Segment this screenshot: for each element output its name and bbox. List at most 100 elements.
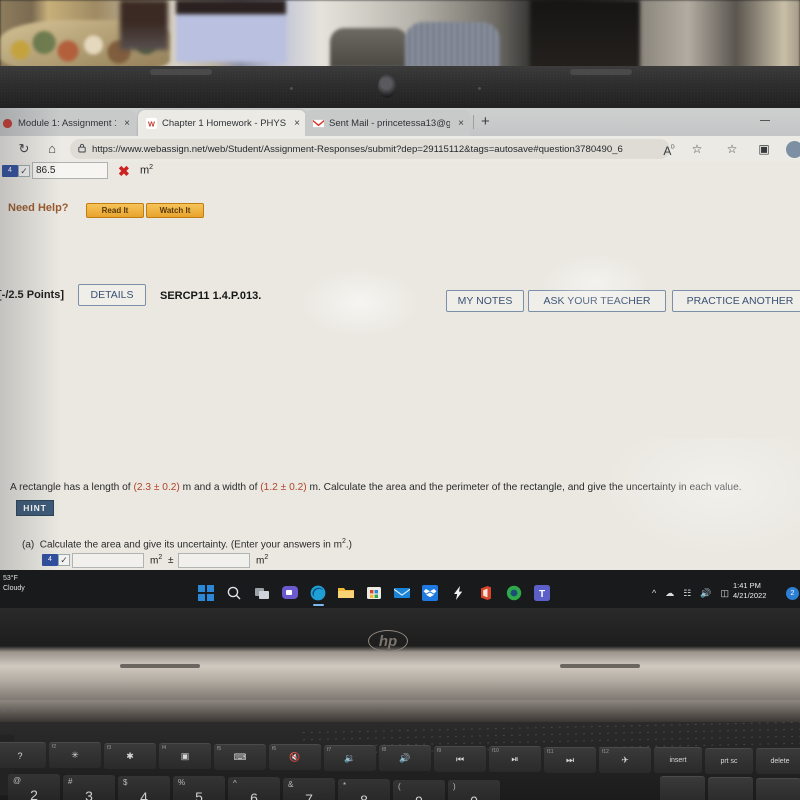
chevron-up-icon[interactable]: ^: [652, 588, 656, 599]
key-prt-sc[interactable]: [708, 776, 753, 800]
clock-time: 1:41 PM: [733, 581, 761, 590]
part-a-uncertainty-input[interactable]: [178, 553, 250, 568]
key-fn-prt-sc[interactable]: prt sc: [705, 747, 753, 774]
browser-essentials-icon[interactable]: ▣: [755, 140, 773, 158]
read-it-button-top[interactable]: Read It: [86, 203, 144, 218]
cloud-icon[interactable]: ☁: [665, 588, 674, 599]
my-notes-button[interactable]: MY NOTES: [446, 290, 524, 312]
microsoft-store-icon[interactable]: [366, 585, 383, 602]
notification-badge[interactable]: 2: [786, 587, 799, 600]
key-fn-f2[interactable]: f2 ✳: [49, 742, 101, 769]
key-fn-f12[interactable]: f12 ✈: [599, 746, 651, 773]
taskbar-clock[interactable]: 1:41 PM 4/21/2022: [733, 581, 766, 601]
microsoft-edge-icon[interactable]: [310, 585, 327, 606]
svg-text:W: W: [148, 119, 155, 128]
address-bar[interactable]: https://www.webassign.net/web/Student/As…: [70, 139, 670, 159]
part-a-area-input[interactable]: [72, 553, 144, 568]
file-explorer-icon[interactable]: [338, 585, 355, 602]
key-8[interactable]: * 8: [338, 778, 390, 800]
room-background: [0, 0, 800, 70]
collections-icon[interactable]: ☆: [723, 140, 741, 158]
battery-icon[interactable]: ◫: [721, 588, 730, 599]
browser-tab-1-close-icon[interactable]: ×: [124, 118, 130, 129]
start-icon[interactable]: [198, 585, 215, 602]
background-person-2: [120, 0, 168, 50]
key-4[interactable]: $4: [118, 775, 170, 800]
hp-logo: hp: [368, 630, 408, 652]
key-fn-label: f2: [52, 744, 57, 751]
taskbar-icons: T: [198, 585, 551, 606]
key-fn-f7[interactable]: f7 🔉: [324, 744, 376, 771]
key-glyph: prt sc: [720, 757, 738, 765]
details-button[interactable]: DETAILS: [78, 284, 146, 306]
bezel-pad-right: [570, 69, 632, 75]
search-icon[interactable]: [226, 585, 243, 602]
key-glyph: 7: [305, 791, 313, 800]
chat-teams-icon[interactable]: [282, 585, 299, 602]
key-fn-label: f6: [272, 746, 277, 753]
key-shift-label: @: [13, 776, 22, 785]
key-2[interactable]: @2: [8, 774, 60, 800]
weather-widget[interactable]: 53°F Cloudy: [3, 574, 25, 594]
dropbox-icon[interactable]: [422, 585, 439, 602]
screen-glare-1: [300, 268, 420, 338]
browser-tab-strip: Module 1: Assignment 1.2: Chap × W Chapt…: [0, 108, 800, 136]
key-fn-f10[interactable]: f10 ⏯: [489, 746, 541, 773]
key-5[interactable]: % 5: [173, 776, 225, 800]
weather-temperature: 53°F: [3, 575, 18, 582]
minimize-icon[interactable]: [760, 120, 770, 121]
bezel-pad-left: [150, 69, 212, 75]
microsoft-office-icon[interactable]: [478, 585, 495, 602]
key-fn-f4[interactable]: f4 ▣: [159, 743, 211, 770]
key-6[interactable]: ^ 6: [228, 777, 280, 800]
key-fn-insert[interactable]: insert: [654, 747, 702, 774]
key-fn-label: f8: [382, 747, 387, 754]
key-glyph: ⏮: [455, 753, 465, 764]
task-view-icon[interactable]: [254, 585, 271, 602]
key-7[interactable]: & 7: [283, 778, 335, 800]
browser-tab-3-close-icon[interactable]: ×: [458, 118, 464, 129]
browser-tab-2[interactable]: W Chapter 1 Homework - PHYS131 ×: [138, 110, 306, 136]
lightning-icon[interactable]: [450, 585, 467, 602]
key-delete[interactable]: [756, 777, 800, 800]
key-glyph: ✈: [621, 754, 629, 765]
key-glyph: 4: [140, 788, 148, 800]
browser-tab-3-label: Sent Mail - princetessa13@gmai: [329, 117, 451, 129]
key-fn-f11[interactable]: f11 ⏭: [544, 746, 596, 773]
part-a-unit-2: m2: [256, 554, 269, 567]
network-icon[interactable]: ☷: [683, 588, 691, 599]
browser-tab-2-close-icon[interactable]: ×: [294, 118, 300, 129]
deck-vent-left: [120, 664, 200, 668]
new-tab-button[interactable]: +: [481, 114, 490, 130]
practice-another-button[interactable]: PRACTICE ANOTHER: [672, 290, 800, 312]
watch-it-button-top[interactable]: Watch It: [146, 203, 204, 218]
key-fn-delete[interactable]: delete: [756, 748, 800, 775]
key-fn-f6[interactable]: f6 🔇: [269, 744, 321, 771]
key-fn-f5[interactable]: f5 ⌨: [214, 743, 266, 770]
profile-avatar[interactable]: [786, 141, 800, 158]
microsoft-teams-icon[interactable]: T: [534, 585, 551, 602]
key-insert[interactable]: [660, 776, 705, 800]
key-9[interactable]: (9: [393, 779, 445, 800]
volume-icon[interactable]: 🔊: [700, 588, 711, 599]
key-fn-f9[interactable]: f9 ⏮: [434, 745, 486, 772]
key-fn-f3[interactable]: f3 ✱: [104, 742, 156, 769]
incorrect-mark-icon: ✖: [118, 163, 130, 179]
part-a-unit-1: m2: [150, 554, 163, 567]
key-0[interactable]: )0: [448, 780, 500, 800]
mail-icon[interactable]: [394, 585, 411, 602]
key-glyph: ✳: [71, 750, 79, 761]
screen-glare-3: [600, 438, 800, 558]
favorites-icon[interactable]: ☆: [688, 140, 706, 158]
key-glyph: ⏭: [565, 754, 575, 765]
key-shift-label: (: [398, 781, 401, 791]
key-3[interactable]: #3: [63, 774, 115, 800]
key-glyph: 2: [30, 787, 38, 800]
key-glyph: ?: [17, 750, 23, 761]
key-fn-f8[interactable]: f8 🔊: [379, 745, 431, 772]
laptop-side-port: ⚬ ⚬: [0, 705, 18, 715]
browser-tab-3[interactable]: Sent Mail - princetessa13@gmai ×: [305, 110, 470, 136]
key-fn-?[interactable]: ?: [0, 742, 46, 768]
read-aloud-icon[interactable]: Aᴰ: [660, 140, 678, 158]
browser-icon[interactable]: [506, 585, 523, 602]
